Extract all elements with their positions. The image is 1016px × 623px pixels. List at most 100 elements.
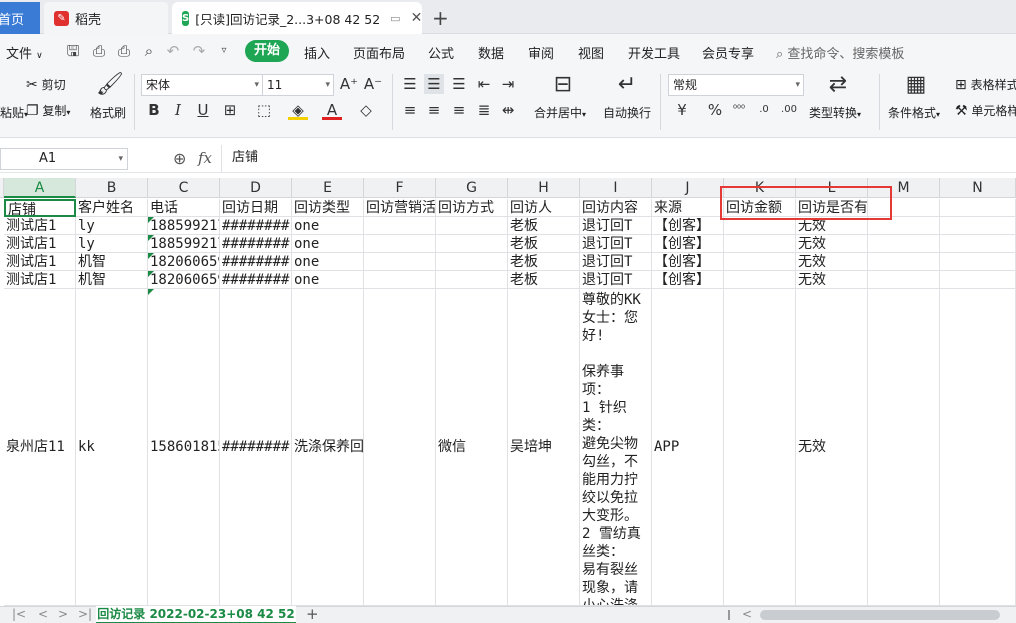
table-cell[interactable] xyxy=(940,289,1016,606)
add-sheet-icon[interactable]: + xyxy=(306,605,319,623)
table-cell[interactable]: 无效 xyxy=(796,271,868,289)
auto-wrap-icon[interactable]: ↵ xyxy=(614,72,640,97)
table-cell[interactable]: one xyxy=(292,271,364,289)
table-cell[interactable]: ######## xyxy=(220,235,292,253)
menu-file[interactable]: 文件 ∨ xyxy=(6,43,43,62)
currency-icon[interactable]: ¥ xyxy=(672,100,692,120)
header-cell[interactable]: 回访是否有效 xyxy=(796,199,868,217)
export-pdf-icon[interactable]: ⎙ xyxy=(90,42,108,60)
column-header-i[interactable]: I xyxy=(580,178,652,198)
column-header-d[interactable]: D xyxy=(220,178,292,198)
table-cell[interactable]: 机智 xyxy=(76,253,148,271)
table-cell[interactable]: 测试店1 xyxy=(4,217,76,235)
table-cell[interactable] xyxy=(364,217,436,235)
format-painter-icon[interactable]: 🖌 xyxy=(96,72,124,97)
monitor-icon[interactable]: ▭ xyxy=(390,12,400,25)
menu-start[interactable]: 开始 xyxy=(245,40,289,62)
menu-data[interactable]: 数据 xyxy=(478,43,504,62)
number-format-select[interactable]: 常规 ▾ xyxy=(668,74,804,96)
print-preview-icon[interactable]: ⌕ xyxy=(140,42,158,60)
table-cell[interactable]: ######## xyxy=(220,253,292,271)
selected-cell-a1[interactable]: 店铺 xyxy=(4,199,76,217)
table-cell[interactable] xyxy=(940,235,1016,253)
new-tab-button[interactable]: + xyxy=(432,6,449,30)
table-cell[interactable] xyxy=(436,271,508,289)
copy-button[interactable]: ❐ 复制▾ xyxy=(26,102,70,119)
column-header-h[interactable]: H xyxy=(508,178,580,198)
table-cell[interactable]: ly xyxy=(76,235,148,253)
align-top-icon[interactable]: ☰ xyxy=(400,74,420,94)
table-cell[interactable]: 18206065900 xyxy=(148,253,220,271)
type-convert-icon[interactable]: ⇄ xyxy=(826,72,850,97)
align-middle-icon[interactable]: ☰ xyxy=(424,74,444,94)
decrease-decimal-icon[interactable]: .00 xyxy=(779,100,799,120)
horizontal-scrollbar[interactable] xyxy=(760,610,1000,620)
quick-access-more-icon[interactable]: ▿ xyxy=(215,42,233,60)
column-header-k[interactable]: K xyxy=(724,178,796,198)
border-icon[interactable]: ⊞ xyxy=(220,100,240,120)
table-cell[interactable]: 测试店1 xyxy=(4,271,76,289)
cond-format-button[interactable]: 条件格式▾ xyxy=(888,104,940,121)
header-cell[interactable]: 回访人 xyxy=(508,199,580,217)
header-cell[interactable]: 回访日期 xyxy=(220,199,292,217)
table-cell[interactable]: 无效 xyxy=(796,217,868,235)
italic-icon[interactable]: I xyxy=(168,100,188,120)
redo-icon[interactable]: ↷ xyxy=(190,42,208,60)
cell-style-button[interactable]: ⚒ 单元格样式 xyxy=(955,102,1016,119)
formula-input[interactable]: 店铺 xyxy=(221,145,1016,172)
table-cell[interactable]: one xyxy=(292,217,364,235)
prev-sheet-icon[interactable]: < xyxy=(38,607,48,621)
table-cell[interactable]: 退订回T xyxy=(580,217,652,235)
column-header-m[interactable]: M xyxy=(868,178,940,198)
paste-button[interactable]: 粘贴▾ xyxy=(0,104,28,121)
table-style-button[interactable]: ⊞ 表格样式 xyxy=(955,76,1016,93)
table-cell[interactable]: 老板 xyxy=(508,271,580,289)
cond-format-icon[interactable]: ▦ xyxy=(903,72,929,97)
table-cell[interactable] xyxy=(364,289,436,606)
table-cell[interactable] xyxy=(868,253,940,271)
table-cell[interactable] xyxy=(724,253,796,271)
table-cell[interactable]: ######## xyxy=(220,289,292,606)
close-tab-icon[interactable]: ✕ xyxy=(411,10,422,26)
menu-developer[interactable]: 开发工具 xyxy=(628,43,680,62)
table-cell[interactable]: 18206065900 xyxy=(148,271,220,289)
table-cell[interactable]: ######## xyxy=(220,217,292,235)
table-cell[interactable] xyxy=(868,235,940,253)
align-bottom-icon[interactable]: ☰ xyxy=(449,74,469,94)
clear-format-icon[interactable]: ◇ xyxy=(356,100,376,120)
table-cell[interactable]: 退订回T xyxy=(580,235,652,253)
header-cell[interactable]: 电话 xyxy=(148,199,220,217)
table-cell[interactable]: 【创客】 xyxy=(652,235,724,253)
scroll-split-handle[interactable] xyxy=(728,610,730,620)
table-cell[interactable] xyxy=(436,253,508,271)
merge-center-button[interactable]: 合并居中▾ xyxy=(534,104,586,121)
save-icon[interactable]: 🖫 xyxy=(64,42,82,60)
next-sheet-icon[interactable]: > xyxy=(58,607,68,621)
format-painter-button[interactable]: 格式刷 xyxy=(90,104,126,121)
table-cell[interactable]: 微信 xyxy=(436,289,508,606)
align-right-icon[interactable]: ≡ xyxy=(449,100,469,120)
table-cell[interactable] xyxy=(364,271,436,289)
last-sheet-icon[interactable]: >| xyxy=(78,607,92,621)
scroll-left-icon[interactable]: < xyxy=(742,607,752,621)
undo-icon[interactable]: ↶ xyxy=(164,42,182,60)
menu-page-layout[interactable]: 页面布局 xyxy=(353,43,405,62)
print-icon[interactable]: ⎙ xyxy=(115,42,133,60)
table-cell[interactable] xyxy=(364,235,436,253)
table-cell[interactable]: APP xyxy=(652,289,724,606)
column-header-g[interactable]: G xyxy=(436,178,508,198)
table-cell[interactable]: 老板 xyxy=(508,253,580,271)
column-header-c[interactable]: C xyxy=(148,178,220,198)
align-left-icon[interactable]: ≡ xyxy=(400,100,420,120)
table-cell[interactable]: 退订回T xyxy=(580,253,652,271)
outdent-icon[interactable]: ⇤ xyxy=(474,74,494,94)
table-cell[interactable] xyxy=(868,271,940,289)
menu-view[interactable]: 视图 xyxy=(578,43,604,62)
first-sheet-icon[interactable]: |< xyxy=(12,607,26,621)
menu-review[interactable]: 审阅 xyxy=(528,43,554,62)
column-header-b[interactable]: B xyxy=(76,178,148,198)
justify-icon[interactable]: ≣ xyxy=(474,100,494,120)
header-cell[interactable]: 回访金额 xyxy=(724,199,796,217)
table-cell[interactable]: 18859921700 xyxy=(148,217,220,235)
menu-formula[interactable]: 公式 xyxy=(428,43,454,62)
